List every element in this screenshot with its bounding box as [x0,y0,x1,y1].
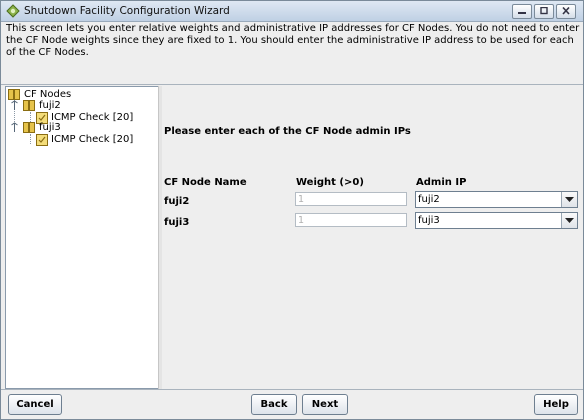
top-divider [1,84,583,85]
expand-handle-icon[interactable] [10,122,19,133]
tree-connector [30,134,31,144]
expand-handle-icon[interactable] [10,100,19,111]
node-tree: CF Nodes fuji2 ICMP Check [20] fuji3 ICM… [5,86,159,389]
dropdown-button[interactable] [561,192,577,207]
admin-ip-value: fuji3 [418,215,440,226]
minimize-icon [518,12,526,14]
weight-field: 1 [295,213,407,227]
column-header-weight: Weight (>0) [296,177,364,188]
tree-node-label: fuji2 [39,100,61,111]
dropdown-button[interactable] [561,213,577,228]
close-button[interactable] [556,4,576,19]
back-button[interactable]: Back [251,394,297,415]
dropdown-arrow-icon [565,197,574,202]
admin-ip-value: fuji2 [418,194,440,205]
form-prompt: Please enter each of the CF Node admin I… [164,126,411,137]
cancel-button[interactable]: Cancel [8,394,62,415]
dropdown-arrow-icon [565,218,574,223]
maximize-icon [540,7,548,15]
admin-ip-form: Please enter each of the CF Node admin I… [162,86,580,389]
admin-ip-select[interactable]: fuji3 [415,212,578,229]
tree-connector [30,112,31,122]
column-header-node-name: CF Node Name [164,177,247,188]
tree-leaf-label: ICMP Check [20] [51,112,134,123]
window-title: Shutdown Facility Configuration Wizard [24,5,230,17]
close-icon [562,7,570,15]
maximize-button[interactable] [534,4,554,19]
description-area: This screen lets you enter relative weig… [1,22,583,84]
tree-leaf-label: ICMP Check [20] [51,134,134,145]
help-button[interactable]: Help [534,394,578,415]
node-name-label: fuji2 [164,196,190,207]
admin-ip-select[interactable]: fuji2 [415,191,578,208]
next-button[interactable]: Next [302,394,348,415]
node-icon [23,122,35,133]
folder-icon [8,89,20,100]
node-icon [23,100,35,111]
column-header-admin-ip: Admin IP [416,177,467,188]
description-text: This screen lets you enter relative weig… [6,23,580,58]
weight-field: 1 [295,192,407,206]
node-name-label: fuji3 [164,217,190,228]
title-bar[interactable]: Shutdown Facility Configuration Wizard [1,1,583,22]
wizard-window: Shutdown Facility Configuration Wizard T… [0,0,584,420]
tree-node-label: fuji3 [39,122,61,133]
bottom-divider [1,389,583,390]
minimize-button[interactable] [512,4,532,19]
app-icon [6,4,20,18]
icmp-check-icon [36,134,48,146]
